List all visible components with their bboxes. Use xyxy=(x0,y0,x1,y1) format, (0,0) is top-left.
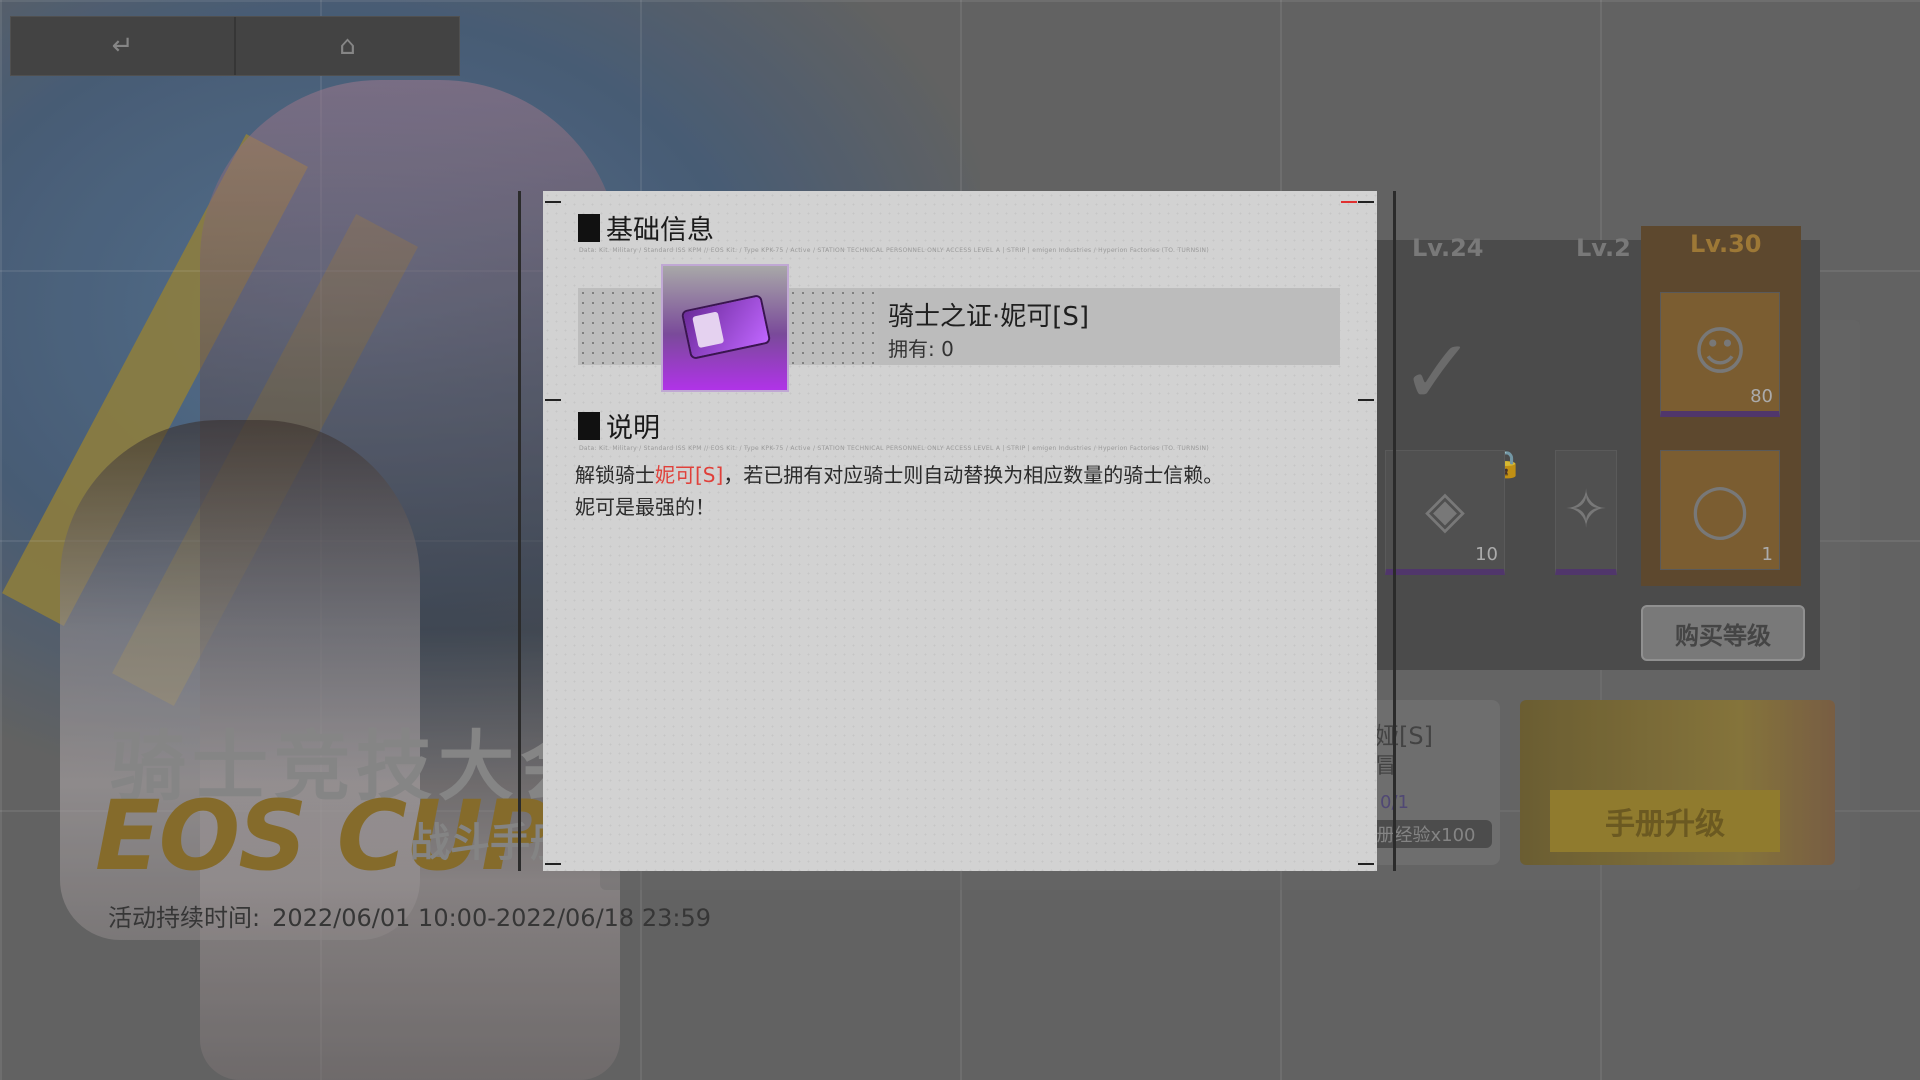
corner-tick xyxy=(1358,201,1374,203)
item-icon xyxy=(661,264,789,392)
portrait-icon xyxy=(692,311,725,349)
description-line: 妮可是最强的！ xyxy=(575,495,715,519)
item-owned-count: 拥有: 0 xyxy=(888,337,954,361)
description-text: ，若已拥有对应骑士则自动替换为相应数量的骑士信赖。 xyxy=(723,463,1224,487)
corner-tick xyxy=(1358,863,1374,865)
description-highlight: 妮可[S] xyxy=(655,463,724,487)
section-marker-icon xyxy=(578,213,600,242)
corner-tick xyxy=(545,399,561,401)
fine-print: Data: Kit. Military / Standard ISS KPM /… xyxy=(579,445,1209,452)
item-name: 骑士之证·妮可[S] xyxy=(888,302,1090,332)
knight-card-icon xyxy=(683,296,769,358)
section-title: 基础信息 xyxy=(606,215,714,246)
corner-tick xyxy=(545,863,561,865)
description-line: 解锁骑士妮可[S]，若已拥有对应骑士则自动替换为相应数量的骑士信赖。 xyxy=(575,459,1223,488)
section-title: 说明 xyxy=(606,413,660,444)
section-marker-icon xyxy=(578,411,600,440)
modal-rail-right xyxy=(1393,191,1396,871)
corner-tick xyxy=(1358,399,1374,401)
description-text: 解锁骑士 xyxy=(575,463,655,487)
fine-print: Data: Kit. Military / Standard ISS KPM /… xyxy=(579,247,1209,254)
corner-tick-accent xyxy=(1341,201,1357,203)
section-basic-info: 基础信息 xyxy=(578,208,714,247)
modal-rail-left xyxy=(518,191,521,871)
section-description: 说明 xyxy=(578,406,660,445)
corner-tick xyxy=(545,201,561,203)
